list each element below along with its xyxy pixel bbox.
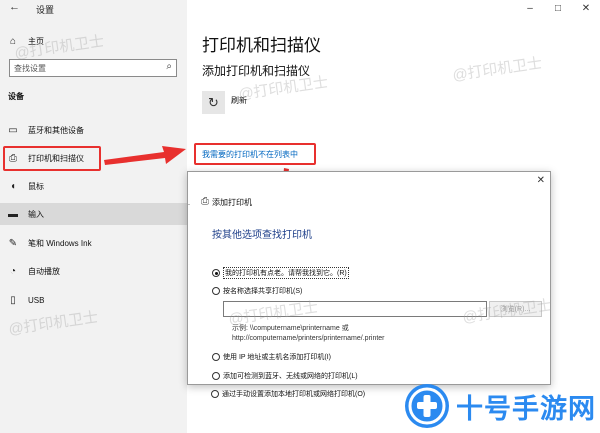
sidebar-item-label: 输入: [28, 209, 44, 219]
add-printer-dialog: ✕ ← ⎙ 添加打印机 按其他选项查找打印机 我的打印机有点老。请帮我找到它。(…: [187, 171, 551, 385]
autoplay-icon: ◔: [9, 265, 17, 277]
sidebar-item-label: 笔和 Windows Ink: [28, 238, 92, 248]
sidebar-item-label: 主页: [28, 36, 44, 46]
usb-icon: ▯: [10, 294, 16, 306]
window-title: 设置: [36, 5, 55, 15]
maximize-button[interactable]: □: [544, 0, 572, 16]
radio-button[interactable]: [212, 353, 220, 361]
radio-button[interactable]: [212, 287, 220, 295]
sidebar-item-autoplay[interactable]: ◔ 自动播放: [0, 260, 187, 282]
option-shared-printer[interactable]: 按名称选择共享打印机(S): [212, 286, 302, 296]
dialog-back-icon[interactable]: ←: [188, 198, 192, 209]
brand-name: 十号手游网: [456, 393, 596, 424]
minimize-button[interactable]: –: [516, 0, 544, 16]
radio-button[interactable]: [212, 269, 220, 277]
option-label: 使用 IP 地址或主机名添加打印机(I): [223, 354, 331, 361]
option-old-printer[interactable]: 我的打印机有点老。请帮我找到它。(R): [212, 267, 349, 279]
example-line: 示例: \\computername\printername 或: [232, 325, 349, 332]
brand-logo: 十号手游网: [404, 383, 596, 429]
search-icon[interactable]: ⌕: [166, 61, 172, 72]
option-label: 通过手动设置添加本地打印机或网络打印机(O): [222, 391, 366, 398]
radio-button[interactable]: [211, 390, 219, 398]
option-label: 添加可检测到蓝牙、无线或网络的打印机(L): [223, 373, 358, 380]
dialog-heading: 按其他选项查找打印机: [212, 230, 312, 241]
section-subtitle: 添加打印机和扫描仪: [202, 64, 311, 78]
printer-icon: ⎙: [201, 196, 209, 207]
dialog-close-icon[interactable]: ✕: [537, 175, 545, 186]
sidebar-section-title: 设备: [8, 92, 24, 101]
missing-printer-link[interactable]: 我需要的打印机不在列表中: [202, 149, 298, 160]
home-icon: ⌂: [9, 35, 17, 47]
example-text: 示例: \\computername\printername 或 http://…: [232, 324, 385, 344]
option-ip-address[interactable]: 使用 IP 地址或主机名添加打印机(I): [212, 352, 331, 362]
window-controls: – □ ✕: [516, 0, 600, 16]
refresh-icon: ↻: [208, 94, 219, 110]
option-manual-setup[interactable]: 通过手动设置添加本地打印机或网络打印机(O): [211, 389, 365, 399]
search-placeholder: 查找设置: [14, 64, 46, 73]
sidebar-item-label: 蓝牙和其他设备: [28, 125, 84, 135]
pen-icon: ✎: [8, 237, 18, 249]
back-arrow-icon[interactable]: ←: [9, 1, 20, 13]
brand-badge-icon: [405, 384, 449, 428]
sidebar: ← 设置 ⌂ 主页 查找设置 ⌕ 设备 ▭ 蓝牙和其他设备 ⎙ 打印机和扫描仪 …: [0, 0, 187, 433]
refresh-button[interactable]: ↻: [202, 91, 225, 114]
option-label: 我的打印机有点老。请帮我找到它。(R): [223, 267, 349, 279]
search-input[interactable]: 查找设置 ⌕: [9, 59, 177, 77]
sidebar-item-usb[interactable]: ▯ USB: [0, 289, 187, 311]
refresh-label[interactable]: 刷新: [231, 95, 247, 106]
keyboard-icon: ▬: [8, 208, 18, 220]
close-button[interactable]: ✕: [572, 0, 600, 16]
option-bluetooth-wireless[interactable]: 添加可检测到蓝牙、无线或网络的打印机(L): [212, 371, 358, 381]
example-line: http://computername/printers/printername…: [232, 335, 385, 342]
sidebar-item-home[interactable]: ⌂ 主页: [0, 30, 187, 52]
shared-printer-name-input[interactable]: [223, 301, 487, 317]
browse-button[interactable]: 浏览(R)...: [489, 301, 542, 317]
bluetooth-icon: ▭: [8, 124, 18, 136]
sidebar-item-label: 鼠标: [28, 181, 44, 191]
sidebar-item-input[interactable]: ▬ 输入: [0, 203, 187, 225]
radio-button[interactable]: [212, 372, 220, 380]
annotation-arrow-right: [104, 146, 186, 165]
dialog-title: 添加打印机: [212, 198, 252, 207]
page-title: 打印机和扫描仪: [202, 36, 321, 55]
option-label: 按名称选择共享打印机(S): [223, 288, 303, 295]
sidebar-item-pen[interactable]: ✎ 笔和 Windows Ink: [0, 232, 187, 254]
highlight-box-printers: [3, 146, 101, 171]
sidebar-item-label: 自动播放: [28, 266, 60, 276]
sidebar-item-label: USB: [28, 295, 45, 305]
sidebar-item-mouse[interactable]: ◖ 鼠标: [0, 175, 187, 197]
mouse-icon: ◖: [9, 180, 17, 192]
